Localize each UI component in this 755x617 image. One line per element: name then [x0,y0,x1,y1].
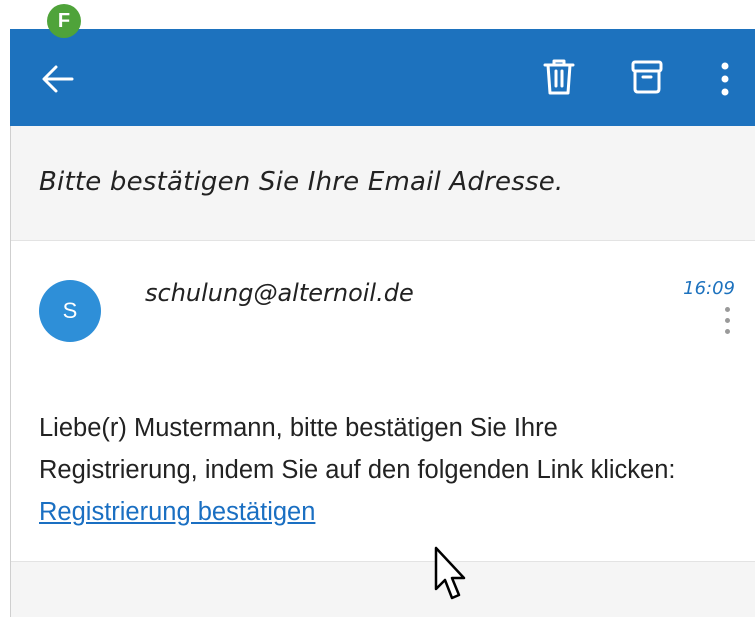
message-card: S schulung@alternoil.de 16:09 Liebe(r) M… [11,241,755,562]
email-subject: Bitte bestätigen Sie Ihre Email Adresse. [39,167,564,197]
more-options-button[interactable] [713,57,737,101]
subject-bar: Bitte bestätigen Sie Ihre Email Adresse. [11,126,755,241]
step-badge: F [47,4,81,38]
message-body: Liebe(r) Mustermann, bitte bestätigen Si… [39,407,719,533]
mouse-pointer-icon [434,546,466,600]
trash-icon [543,59,575,95]
back-button[interactable] [38,59,78,99]
more-dot [724,318,730,323]
confirm-registration-link[interactable]: Registrierung bestätigen [39,498,315,526]
message-time: 16:09 [683,278,735,299]
sender-avatar[interactable]: S [39,280,101,342]
arrow-left-icon [42,65,74,93]
more-dot [724,329,730,334]
top-strip [0,0,755,29]
more-vert-icon [721,62,729,96]
delete-button[interactable] [539,55,579,99]
lower-area [11,562,755,617]
more-dot [724,307,730,312]
message-body-text: Liebe(r) Mustermann, bitte bestätigen Si… [39,414,676,484]
message-more-button[interactable] [721,307,733,343]
archive-icon [631,60,663,94]
archive-button[interactable] [627,55,667,99]
sender-address: schulung@alternoil.de [145,279,414,307]
app-bar [10,29,755,126]
